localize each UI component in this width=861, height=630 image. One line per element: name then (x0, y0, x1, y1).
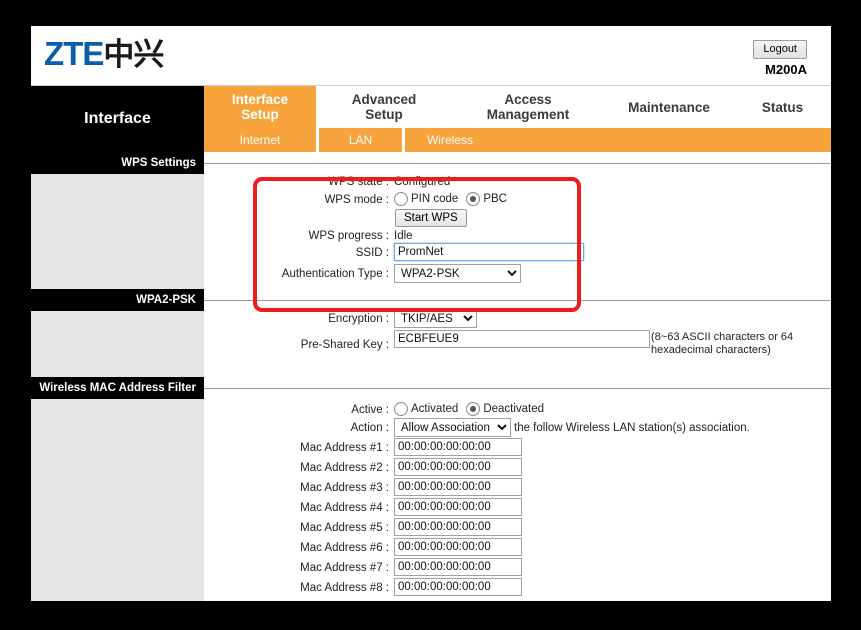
wps-mode-radio-group: PIN code PBC (394, 192, 515, 206)
router-admin-page: ZTE中兴 Logout M200A Interface Interface S… (31, 26, 831, 601)
wps-state-value: Configured (394, 176, 451, 188)
zte-logo: ZTE中兴 (44, 35, 164, 73)
mac-address-5-input[interactable] (394, 518, 522, 536)
wps-progress-label: WPS progress : (308, 230, 389, 242)
subtab-internet[interactable]: Internet (204, 128, 316, 152)
mac-address-5-label: Mac Address #5 : (300, 522, 389, 534)
mac-filter-deactivated-radio[interactable] (466, 402, 481, 416)
sub-tab-strip: Internet LAN Wireless (204, 128, 831, 152)
tab-interface-setup-line2: Setup (241, 107, 279, 122)
wps-mode-label: WPS mode : (324, 194, 389, 206)
tab-maintenance[interactable]: Maintenance (604, 86, 734, 128)
tab-access-management[interactable]: Access Management (452, 86, 604, 128)
mac-address-6-label: Mac Address #6 : (300, 542, 389, 554)
mac-filter-activated-label: Activated (411, 403, 459, 415)
ssid-label: SSID : (355, 247, 389, 259)
mac-filter-active-label: Active : (351, 404, 389, 416)
start-wps-button[interactable]: Start WPS (395, 209, 467, 227)
screenshot-root: ZTE中兴 Logout M200A Interface Interface S… (0, 0, 861, 630)
mac-filter-activated-radio[interactable] (394, 402, 408, 416)
subtab-wireless[interactable]: Wireless (405, 128, 495, 152)
tab-advanced-setup-line2: Setup (365, 107, 403, 122)
subtab-lan[interactable]: LAN (319, 128, 402, 152)
start-wps-button-wrap: Start WPS (395, 208, 467, 227)
logo-cjk-text: 中兴 (103, 37, 164, 72)
tab-status-label: Status (761, 99, 804, 115)
ssid-input[interactable] (394, 243, 584, 261)
mac-filter-action-select[interactable]: Allow Association (394, 418, 511, 437)
mac-address-2-label: Mac Address #2 : (300, 462, 389, 474)
tab-interface-setup-line1: Interface (231, 92, 289, 107)
mac-filter-deactivated-label: Deactivated (483, 403, 545, 415)
pre-shared-key-label: Pre-Shared Key : (300, 339, 389, 351)
authentication-type-label: Authentication Type : (281, 268, 389, 280)
encryption-select[interactable]: TKIP/AES (394, 309, 477, 328)
mac-filter-active-radio-group: Activated Deactivated (394, 402, 552, 416)
section-header-wpa2psk: WPA2-PSK (31, 289, 204, 311)
wps-progress-value: Idle (394, 230, 413, 242)
tab-advanced-setup-line1: Advanced (351, 92, 417, 107)
authentication-type-select[interactable]: WPA2-PSK (394, 264, 521, 283)
mac-address-1-input[interactable] (394, 438, 522, 456)
tab-access-management-line1: Access (504, 92, 552, 107)
wps-state-label: WPS state : (328, 176, 389, 188)
mac-address-8-label: Mac Address #8 : (300, 582, 389, 594)
mac-address-1-label: Mac Address #1 : (300, 442, 389, 454)
section-header-wps: WPS Settings (31, 152, 204, 174)
pre-shared-key-input[interactable] (394, 330, 650, 348)
tab-advanced-setup[interactable]: Advanced Setup (316, 86, 452, 128)
mac-address-3-label: Mac Address #3 : (300, 482, 389, 494)
mac-address-7-input[interactable] (394, 558, 522, 576)
settings-form: WPS state : Configured WPS mode : PIN co… (204, 152, 831, 601)
nav-section-label: Interface (31, 86, 204, 152)
encryption-label: Encryption : (328, 313, 389, 325)
logout-button[interactable]: Logout (753, 40, 807, 59)
mac-address-2-input[interactable] (394, 458, 522, 476)
wps-mode-pin-radio[interactable] (394, 192, 408, 206)
mac-address-3-input[interactable] (394, 478, 522, 496)
mac-address-4-input[interactable] (394, 498, 522, 516)
mac-filter-action-suffix: the follow Wireless LAN station(s) assoc… (514, 422, 750, 434)
page-body: WPS Settings WPA2-PSK Wireless MAC Addre… (31, 152, 831, 601)
wps-mode-pin-label: PIN code (411, 193, 459, 205)
mac-address-8-input[interactable] (394, 578, 522, 596)
wps-mode-pbc-label: PBC (483, 193, 507, 205)
page-header: ZTE中兴 Logout M200A (31, 26, 831, 86)
tab-status[interactable]: Status (734, 86, 831, 128)
main-navigation: Interface Interface Setup Advanced Setup (31, 86, 831, 152)
wps-mode-pbc-radio[interactable] (466, 192, 481, 206)
pre-shared-key-hint: (8~63 ASCII characters or 64 hexadecimal… (651, 331, 794, 356)
section-header-mac-filter: Wireless MAC Address Filter (31, 377, 204, 399)
mac-filter-action-label: Action : (350, 422, 389, 434)
mac-address-7-label: Mac Address #7 : (300, 562, 389, 574)
tab-interface-setup[interactable]: Interface Setup (204, 86, 316, 128)
mac-address-4-label: Mac Address #4 : (300, 502, 389, 514)
mac-address-6-input[interactable] (394, 538, 522, 556)
nav-tab-strip: Interface Setup Advanced Setup Access Ma… (204, 86, 831, 128)
tab-access-management-line2: Management (486, 107, 570, 122)
logo-latin-text: ZTE (44, 35, 104, 72)
tab-maintenance-label: Maintenance (628, 99, 710, 115)
device-model-label: M200A (765, 62, 807, 77)
